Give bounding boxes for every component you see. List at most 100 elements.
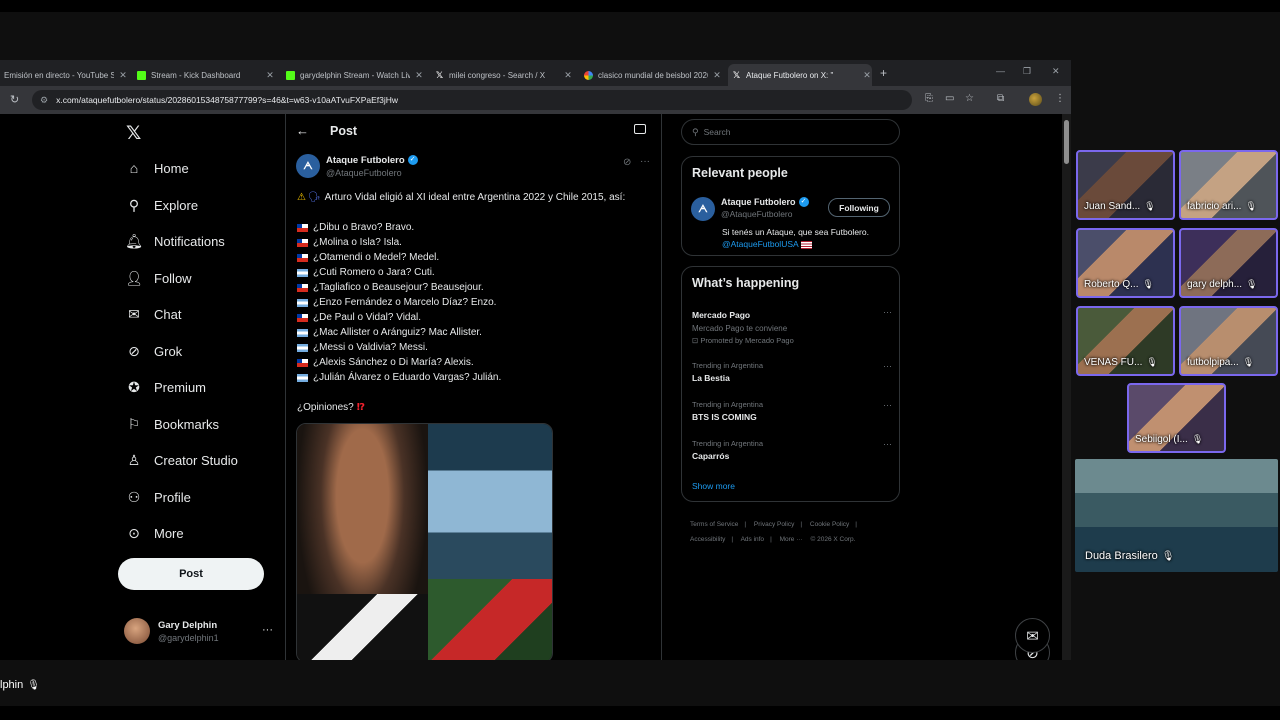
trend-item[interactable]: Trending in Argentina BTS IS COMING ···: [692, 400, 892, 422]
url-text: x.com/ataquefutbolero/status/20286015348…: [56, 95, 399, 105]
close-icon[interactable]: ✕: [862, 70, 872, 81]
participant-name: fabricio ari... 🎙︎: [1187, 201, 1257, 212]
browser-tab[interactable]: garydelphin Stream - Watch Live ✕: [282, 64, 424, 86]
more-dots-icon[interactable]: ···: [883, 361, 892, 371]
post-author[interactable]: ᗅ Ataque Futbolero ✓ @AtaqueFutbolero: [296, 154, 418, 178]
author-name: Ataque Futbolero: [326, 154, 405, 166]
top-band: [0, 0, 1280, 12]
post-line-text: ¿Dibu o Bravo? Bravo.: [313, 222, 415, 233]
extensions-icon[interactable]: ⧉: [997, 93, 1004, 104]
trend-item[interactable]: Trending in Argentina Caparrós ···: [692, 439, 892, 461]
scrollbar[interactable]: [1062, 114, 1071, 660]
more-dots-icon[interactable]: ···: [883, 439, 892, 449]
post-button[interactable]: Post: [118, 558, 264, 590]
participant-cam[interactable]: VENAS FU... 🎙︎: [1076, 306, 1175, 376]
post-image[interactable]: [296, 423, 553, 660]
footer-link[interactable]: Terms of Service: [690, 521, 738, 528]
close-icon[interactable]: ✕: [265, 70, 275, 81]
reader-icon[interactable]: [634, 124, 646, 134]
post-line-text: ¿Mac Allister o Aránguiz? Mac Allister.: [313, 327, 482, 338]
post-line: ¿Molina o Isla? Isla.: [297, 235, 653, 250]
bio-link[interactable]: @AtaqueFutbolUSA: [722, 239, 798, 249]
close-icon[interactable]: ✕: [118, 70, 128, 81]
translate-icon[interactable]: ⎘: [925, 93, 933, 104]
tab-label: Stream - Kick Dashboard: [151, 70, 241, 80]
browser-tab-active[interactable]: 𝕏 Ataque Futbolero on X: " ✕: [728, 64, 872, 86]
browser-tab[interactable]: 𝕏 milei congreso - Search / X ✕: [431, 64, 573, 86]
nav-home[interactable]: ⌂ Home: [126, 160, 189, 176]
site-info-icon[interactable]: ⚙: [40, 95, 48, 106]
post-line-text: ¿Messi o Valdivia? Messi.: [313, 342, 428, 353]
following-button[interactable]: Following: [828, 198, 890, 217]
footer-link[interactable]: Ads info: [741, 536, 765, 543]
window-close-icon[interactable]: ✕: [1052, 66, 1060, 77]
nav-grok[interactable]: ⊘ Grok: [126, 343, 182, 359]
minimize-icon[interactable]: —: [996, 66, 1005, 76]
more-dots-icon[interactable]: ···: [883, 400, 892, 410]
new-tab-icon[interactable]: +: [880, 66, 887, 80]
mic-icon: 🎙︎: [1146, 357, 1158, 367]
nav-bookmarks[interactable]: ⚐ Bookmarks: [126, 416, 219, 432]
nav-creator-studio[interactable]: ♙ Creator Studio: [126, 452, 238, 468]
scrollbar-thumb[interactable]: [1064, 120, 1069, 164]
post-line: ¿Tagliafico o Beausejour? Beausejour.: [297, 280, 653, 295]
relevant-person[interactable]: ᗅ Ataque Futbolero ✓ @AtaqueFutbolero: [691, 197, 809, 221]
participant-cam[interactable]: fabricio ari... 🎙︎: [1179, 150, 1278, 220]
browser-tab[interactable]: clasico mundial de beisbol 2026 ✕: [580, 64, 722, 86]
card-title: What’s happening: [692, 276, 800, 290]
post-line: ¿Cuti Romero o Jara? Cuti.: [297, 265, 653, 280]
account-switcher[interactable]: Gary Delphin @garydelphin1: [124, 618, 219, 644]
verified-badge-icon: ✓: [407, 155, 418, 165]
footer-link[interactable]: Accessibility: [690, 536, 725, 543]
person-handle: @AtaqueFutbolero: [721, 209, 793, 219]
cast-icon[interactable]: ▭: [945, 93, 954, 104]
show-more-link[interactable]: Show more: [692, 481, 735, 491]
chile-flag-icon: [297, 313, 308, 322]
profile-avatar[interactable]: [1029, 93, 1042, 106]
tab-label: clasico mundial de beisbol 2026: [598, 70, 708, 80]
close-icon[interactable]: ✕: [414, 70, 424, 81]
star-icon[interactable]: ☆: [965, 93, 974, 104]
post-text: ⚠ 🗣︎ Arturo Vidal eligió al XI ideal ent…: [297, 190, 653, 415]
footer-link[interactable]: More ···: [780, 536, 803, 543]
kick-icon: [137, 70, 146, 80]
address-bar[interactable]: ⚙ x.com/ataquefutbolero/status/202860153…: [32, 90, 912, 110]
trend-item[interactable]: Trending in Argentina La Bestia ···: [692, 361, 892, 383]
messages-fab-icon[interactable]: ✉: [1015, 618, 1050, 653]
participant-cam[interactable]: Sebiigol (I... 🎙︎: [1127, 383, 1226, 453]
nav-explore[interactable]: ⚲ Explore: [126, 197, 198, 213]
more-dots-icon[interactable]: ···: [640, 156, 650, 167]
participant-cam[interactable]: Roberto Q... 🎙︎: [1076, 228, 1175, 298]
x-logo-icon[interactable]: 𝕏: [126, 122, 141, 145]
trend-item[interactable]: Mercado Pago Mercado Pago te conviene ⊡ …: [692, 307, 892, 345]
grok-icon[interactable]: ⊘: [623, 157, 631, 168]
close-icon[interactable]: ✕: [712, 70, 722, 81]
browser-tab[interactable]: Emisión en directo - YouTube Stu ✕: [0, 64, 128, 86]
post-line: ¿Alexis Sánchez o Di María? Alexis.: [297, 355, 653, 370]
google-icon: [584, 70, 593, 80]
nav-more[interactable]: ⊙ More: [126, 525, 184, 541]
nav-profile[interactable]: ⚇ Profile: [126, 489, 191, 505]
footer-link[interactable]: Cookie Policy: [810, 521, 849, 528]
tab-strip: Emisión en directo - YouTube Stu ✕ Strea…: [0, 60, 1071, 86]
more-dots-icon[interactable]: ···: [883, 307, 892, 317]
nav-chat[interactable]: ✉ Chat: [126, 306, 181, 322]
participant-cam[interactable]: gary delph... 🎙︎: [1179, 228, 1278, 298]
bell-icon: 🔔︎: [125, 232, 143, 249]
participant-cam[interactable]: futbolpipa... 🎙︎: [1179, 306, 1278, 376]
main-speaker-cam[interactable]: Duda Brasilero 🎙︎: [1075, 459, 1278, 572]
menu-icon[interactable]: ⋮: [1055, 93, 1065, 104]
footer-link[interactable]: Privacy Policy: [754, 521, 794, 528]
maximize-icon[interactable]: ❐: [1023, 66, 1031, 77]
nav-follow[interactable]: 👤︎ Follow: [125, 270, 191, 286]
reload-icon[interactable]: ↻: [10, 93, 19, 106]
nav-premium[interactable]: ✪ Premium: [126, 379, 206, 395]
search-input[interactable]: ⚲ Search: [681, 119, 900, 145]
participant-name-text: gary delph...: [1187, 279, 1243, 290]
close-icon[interactable]: ✕: [563, 70, 573, 81]
participant-cam[interactable]: Juan Sand... 🎙︎: [1076, 150, 1175, 220]
more-dots-icon[interactable]: ···: [262, 624, 273, 636]
nav-notifications[interactable]: 🔔︎ Notifications: [125, 232, 225, 249]
back-arrow-icon[interactable]: ←: [296, 123, 309, 138]
browser-tab[interactable]: Stream - Kick Dashboard ✕: [133, 64, 275, 86]
